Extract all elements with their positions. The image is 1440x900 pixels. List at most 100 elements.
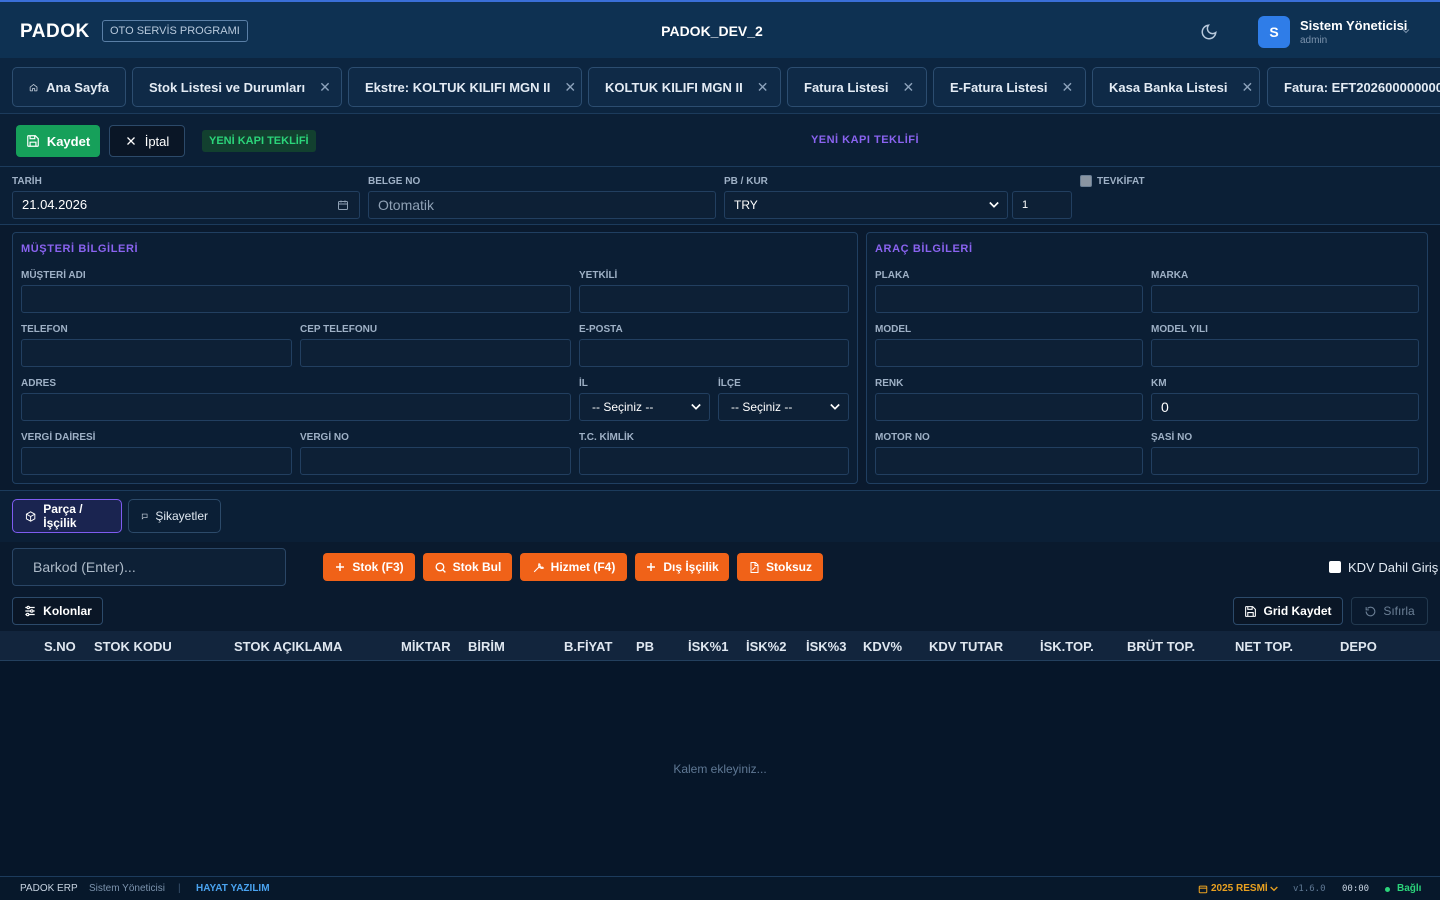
tab-stock-list[interactable]: Stok Listesi ve Durumları ✕	[132, 67, 342, 107]
exchange-rate-input[interactable]: 1	[1012, 191, 1072, 219]
phone-input[interactable]	[21, 339, 292, 367]
column-header[interactable]: BİRİM	[468, 639, 505, 654]
date-field[interactable]: 21.04.2026	[12, 191, 360, 219]
chassis-no-label: ŞASİ NO	[1151, 432, 1193, 443]
add-external-labor-button[interactable]: Dış İşçilik	[635, 553, 729, 581]
column-header[interactable]: PB	[636, 639, 654, 654]
authorized-input[interactable]	[579, 285, 849, 313]
chassis-no-input[interactable]	[1151, 447, 1419, 475]
company-name[interactable]: HAYAT YAZILIM	[196, 883, 270, 894]
tab-product[interactable]: KOLTUK KILIFI MGN II ✕	[588, 67, 781, 107]
chevron-down-icon[interactable]	[1270, 886, 1278, 892]
column-header[interactable]: S.NO	[44, 639, 76, 654]
color-input[interactable]	[875, 393, 1143, 421]
column-header[interactable]: STOK AÇIKLAMA	[234, 639, 342, 654]
column-header[interactable]: KDV%	[863, 639, 902, 654]
close-icon[interactable]: ✕	[319, 79, 331, 96]
period-selector[interactable]: 2025 RESMİ	[1211, 883, 1268, 894]
city-select[interactable]: -- Seçiniz --	[579, 393, 710, 421]
tab-parts-labor[interactable]: Parça / İşçilik	[12, 499, 122, 533]
tab-invoice-list[interactable]: Fatura Listesi ✕	[787, 67, 927, 107]
tevkifat-checkbox[interactable]	[1080, 175, 1092, 187]
close-icon[interactable]: ✕	[1062, 79, 1074, 96]
column-header[interactable]: İSK%1	[688, 639, 728, 654]
home-icon	[29, 83, 38, 91]
km-input[interactable]: 0	[1151, 393, 1419, 421]
district-select[interactable]: -- Seçiniz --	[718, 393, 849, 421]
status-bar: PADOK ERP Sistem Yöneticisi | HAYAT YAZI…	[0, 876, 1440, 900]
close-icon[interactable]: ✕	[903, 79, 915, 96]
model-year-input[interactable]	[1151, 339, 1419, 367]
button-label: Kolonlar	[43, 604, 92, 618]
column-header[interactable]: NET TOP.	[1235, 639, 1293, 654]
reset-button[interactable]: Sıfırla	[1351, 597, 1428, 625]
model-input[interactable]	[875, 339, 1143, 367]
tc-id-input[interactable]	[579, 447, 849, 475]
document-no-input[interactable]: Otomatik	[368, 191, 716, 219]
button-label: Stoksuz	[765, 560, 812, 574]
tax-no-input[interactable]	[300, 447, 571, 475]
column-header[interactable]: B.FİYAT	[564, 639, 612, 654]
tab-statement[interactable]: Ekstre: KOLTUK KILIFI MGN II ✕	[348, 67, 582, 107]
tab-label: Parça / İşçilik	[43, 502, 83, 530]
cell-phone-input[interactable]	[300, 339, 571, 367]
email-label: E-POSTA	[579, 324, 623, 335]
document-icon	[750, 561, 759, 573]
plus-icon	[647, 563, 656, 571]
items-table-header: S.NO STOK KODU STOK AÇIKLAMA MİKTAR BİRİ…	[0, 631, 1440, 661]
km-label: KM	[1151, 378, 1167, 389]
document-header: TARİH 21.04.2026 BELGE NO Otomatik PB / …	[0, 167, 1440, 225]
tab-complaints[interactable]: Şikayetler	[128, 499, 221, 533]
close-icon[interactable]: ✕	[757, 79, 769, 96]
columns-button[interactable]: Kolonlar	[12, 597, 103, 625]
phone-label: TELEFON	[21, 324, 68, 335]
address-input[interactable]	[21, 393, 571, 421]
customer-name-input[interactable]	[21, 285, 571, 313]
add-stock-button[interactable]: Stok (F3)	[323, 553, 415, 581]
column-header[interactable]: İSK.TOP.	[1040, 639, 1094, 654]
column-header[interactable]: MİKTAR	[401, 639, 451, 654]
tab-invoice[interactable]: Fatura: EFT2026000000005	[1267, 67, 1440, 107]
plate-input[interactable]	[875, 285, 1143, 313]
add-non-stock-button[interactable]: Stoksuz	[737, 553, 823, 581]
tab-label: Stok Listesi ve Durumları	[149, 79, 306, 95]
find-stock-button[interactable]: Stok Bul	[423, 553, 512, 581]
clock: 00:00	[1342, 884, 1370, 894]
moon-icon[interactable]	[1200, 23, 1218, 41]
district-value: -- Seçiniz --	[731, 400, 793, 414]
brand-label: MARKA	[1151, 270, 1189, 281]
items-table-body[interactable]: Kalem ekleyiniz...	[0, 661, 1440, 876]
tab-home[interactable]: Ana Sayfa	[12, 67, 126, 107]
grid-save-button[interactable]: Grid Kaydet	[1233, 597, 1343, 625]
brand-input[interactable]	[1151, 285, 1419, 313]
chevron-down-icon[interactable]	[1400, 25, 1412, 37]
close-icon[interactable]: ✕	[564, 79, 576, 96]
button-label: Sıfırla	[1383, 604, 1415, 618]
tax-office-input[interactable]	[21, 447, 292, 475]
avatar[interactable]: S	[1258, 16, 1290, 48]
add-service-button[interactable]: Hizmet (F4)	[520, 553, 627, 581]
plate-label: PLAKA	[875, 270, 910, 281]
column-header[interactable]: DEPO	[1340, 639, 1377, 654]
tab-label: Şikayetler	[155, 509, 208, 523]
tab-label: E-Fatura Listesi	[950, 79, 1048, 95]
user-name[interactable]: Sistem Yöneticisi	[1300, 18, 1407, 33]
column-header[interactable]: BRÜT TOP.	[1127, 639, 1195, 654]
column-header[interactable]: İSK%2	[746, 639, 786, 654]
email-field[interactable]	[579, 339, 849, 367]
engine-no-input[interactable]	[875, 447, 1143, 475]
currency-value: TRY	[734, 198, 758, 212]
column-header[interactable]: STOK KODU	[94, 639, 172, 654]
calendar-icon[interactable]	[337, 199, 349, 211]
currency-select[interactable]: TRY	[724, 191, 1008, 219]
tab-einvoice-list[interactable]: E-Fatura Listesi ✕	[933, 67, 1086, 107]
button-label: Hizmet (F4)	[550, 560, 616, 574]
save-icon	[1245, 605, 1257, 617]
close-icon[interactable]: ✕	[1242, 79, 1254, 96]
barcode-input[interactable]: Barkod (Enter)...	[12, 548, 286, 586]
column-header[interactable]: KDV TUTAR	[929, 639, 1003, 654]
vat-included-checkbox[interactable]	[1329, 561, 1341, 573]
district-label: İLÇE	[718, 378, 741, 389]
column-header[interactable]: İSK%3	[806, 639, 846, 654]
tab-cash-bank-list[interactable]: Kasa Banka Listesi ✕	[1092, 67, 1260, 107]
